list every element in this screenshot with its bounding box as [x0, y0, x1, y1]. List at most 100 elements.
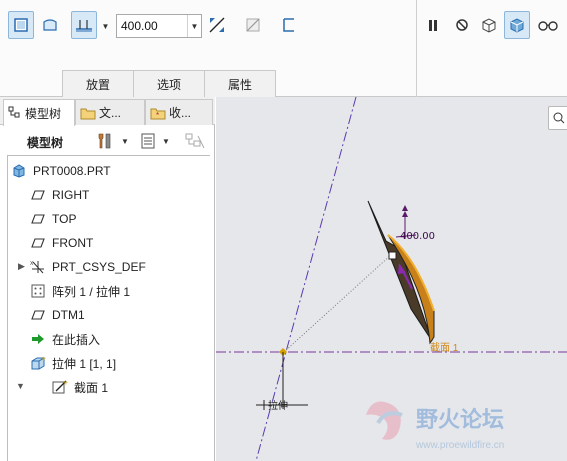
tree-item-label: DTM1 [52, 308, 85, 322]
tree-item-label: FRONT [52, 236, 94, 250]
tab-properties[interactable]: 属性 [204, 70, 276, 97]
tree-show-button[interactable]: ▼ [140, 131, 170, 151]
tree-settings-button[interactable]: ▼ [95, 131, 129, 151]
watermark: 野火论坛 www.proewildfire.cn [366, 401, 504, 451]
pause-button[interactable] [420, 11, 446, 39]
thicken-button[interactable] [276, 11, 302, 39]
verify-preview-icon [510, 18, 524, 33]
preview-icon [482, 18, 496, 33]
watermark-logo [366, 401, 401, 440]
depth-option-button[interactable] [71, 11, 97, 39]
tab-placement[interactable]: 放置 [62, 70, 134, 97]
dimension-arrow-icon [402, 211, 408, 217]
tree-item-insert-here[interactable]: 在此插入 [30, 327, 100, 351]
favorites-icon: * [150, 106, 166, 120]
tree-item-label: 拉伸 1 [1, 1] [52, 356, 117, 371]
graphics-window[interactable]: 400.00 截面 1 拉伸 野火论坛 www.proewildfire.cn [216, 97, 567, 461]
tree-item-pattern[interactable]: 阵列 1 / 拉伸 1 [30, 279, 130, 303]
tree-item-label: 截面 1 [74, 380, 109, 395]
tree-item-right[interactable]: RIGHT [30, 183, 89, 207]
flip-arrow-icon[interactable] [402, 205, 408, 211]
navigator-tabs: 模型树 文... * 收... [0, 97, 215, 126]
svg-text:*: * [156, 111, 159, 120]
extrude-icon: ✳ [30, 355, 46, 371]
no-preview-button[interactable] [449, 11, 475, 39]
section-label: 截面 1 [430, 341, 459, 354]
no-preview-icon [456, 19, 468, 31]
tab-folder-browser-label: 文... [99, 106, 122, 120]
tree-item-label: RIGHT [52, 188, 90, 202]
tab-model-tree[interactable]: 模型树 [3, 99, 75, 126]
collapse-arrow-icon[interactable]: ▼ [16, 381, 25, 391]
tree-filter-button[interactable] [184, 131, 206, 151]
chevron-down-icon: ▼ [121, 136, 129, 146]
remove-material-button[interactable] [240, 11, 266, 39]
verify-preview-button[interactable] [504, 11, 530, 39]
zoom-icon [553, 112, 565, 124]
datum-plane-icon [30, 187, 46, 203]
tree-item-label: PRT0008.PRT [33, 164, 111, 178]
tree-item-label: TOP [52, 212, 77, 226]
tree-item-front[interactable]: FRONT [30, 231, 93, 255]
datum-plane-icon [30, 307, 46, 323]
depth-option-dropdown[interactable]: ▼ [99, 13, 112, 39]
chevron-down-icon: ▼ [162, 136, 170, 146]
pattern-icon [30, 283, 46, 299]
watermark-url: www.proewildfire.cn [415, 440, 504, 451]
csys-icon: X [30, 259, 46, 275]
tab-folder-browser[interactable]: 文... [75, 99, 145, 125]
tree-item-extrude[interactable]: ✳ 拉伸 1 [1, 1] [30, 351, 116, 375]
remove-material-icon [246, 18, 260, 32]
pause-icon [429, 20, 437, 31]
tab-favorites[interactable]: * 收... [145, 99, 213, 125]
part-icon [11, 163, 27, 179]
svg-text:✳: ✳ [63, 380, 68, 387]
model-tree-title: 模型树 [27, 136, 64, 150]
tree-item-part[interactable]: PRT0008.PRT [11, 159, 111, 183]
glasses-preview-button[interactable] [535, 11, 561, 39]
tree-item-label: PRT_CSYS_DEF [52, 260, 146, 274]
depth-value-field[interactable]: 400.00 ▼ [116, 14, 202, 38]
svg-text:✳: ✳ [41, 356, 46, 363]
view-toolbar-button[interactable] [548, 106, 567, 130]
depth-value-dropdown[interactable]: ▼ [187, 15, 201, 37]
thicken-icon [283, 18, 294, 32]
watermark-title: 野火论坛 [416, 407, 504, 432]
folder-icon [80, 106, 96, 120]
extrude-label: 拉伸 [268, 399, 288, 412]
depth-value-text: 400.00 [121, 19, 158, 33]
tools-icon [98, 133, 111, 149]
show-list-icon [141, 133, 155, 149]
datum-plane-icon [30, 235, 46, 251]
tree-filter-icon [185, 133, 205, 149]
model-tree-icon [8, 106, 22, 120]
navigator-panel: 模型树 文... * 收... 模型树 ▼ ▼ PRT0008.PRT RIGH… [0, 97, 215, 461]
solid-button[interactable] [8, 11, 34, 39]
tree-item-label: 在此插入 [52, 332, 101, 347]
surface-icon [43, 19, 57, 31]
tree-item-csys[interactable]: X PRT_CSYS_DEF [30, 255, 146, 279]
toolbar-divider [416, 0, 417, 97]
insert-here-icon [30, 331, 46, 347]
model-tree-toolbar: 模型树 ▼ ▼ [0, 127, 215, 155]
tree-item-top[interactable]: TOP [30, 207, 76, 231]
datum-plane-icon [30, 211, 46, 227]
depth-drag-handle[interactable] [388, 251, 397, 260]
app-window: ▼ 400.00 ▼ 放置 选项 属性 模型树 文... * 收... 模型树 … [0, 0, 567, 461]
solid-icon [14, 18, 28, 32]
depth-dimension-label[interactable]: 400.00 [400, 231, 435, 242]
tree-item-section[interactable]: ✳ 截面 1 [52, 375, 108, 399]
tab-options[interactable]: 选项 [133, 70, 205, 97]
glasses-icon [538, 21, 558, 31]
surface-button[interactable] [37, 11, 63, 39]
tree-item-dtm1[interactable]: DTM1 [30, 303, 85, 327]
dimension-helper-line [283, 253, 393, 353]
tree-item-label: 阵列 1 / 拉伸 1 [52, 284, 131, 299]
extrude-dashboard: ▼ 400.00 ▼ 放置 选项 属性 [0, 0, 567, 97]
dashboard-tabs: 放置 选项 属性 [62, 70, 276, 97]
blind-depth-icon [76, 20, 92, 32]
flip-direction-button[interactable] [204, 11, 230, 39]
expand-arrow-icon[interactable]: ▶ [18, 261, 25, 272]
flip-direction-icon [209, 17, 225, 33]
preview-button[interactable] [476, 11, 502, 39]
